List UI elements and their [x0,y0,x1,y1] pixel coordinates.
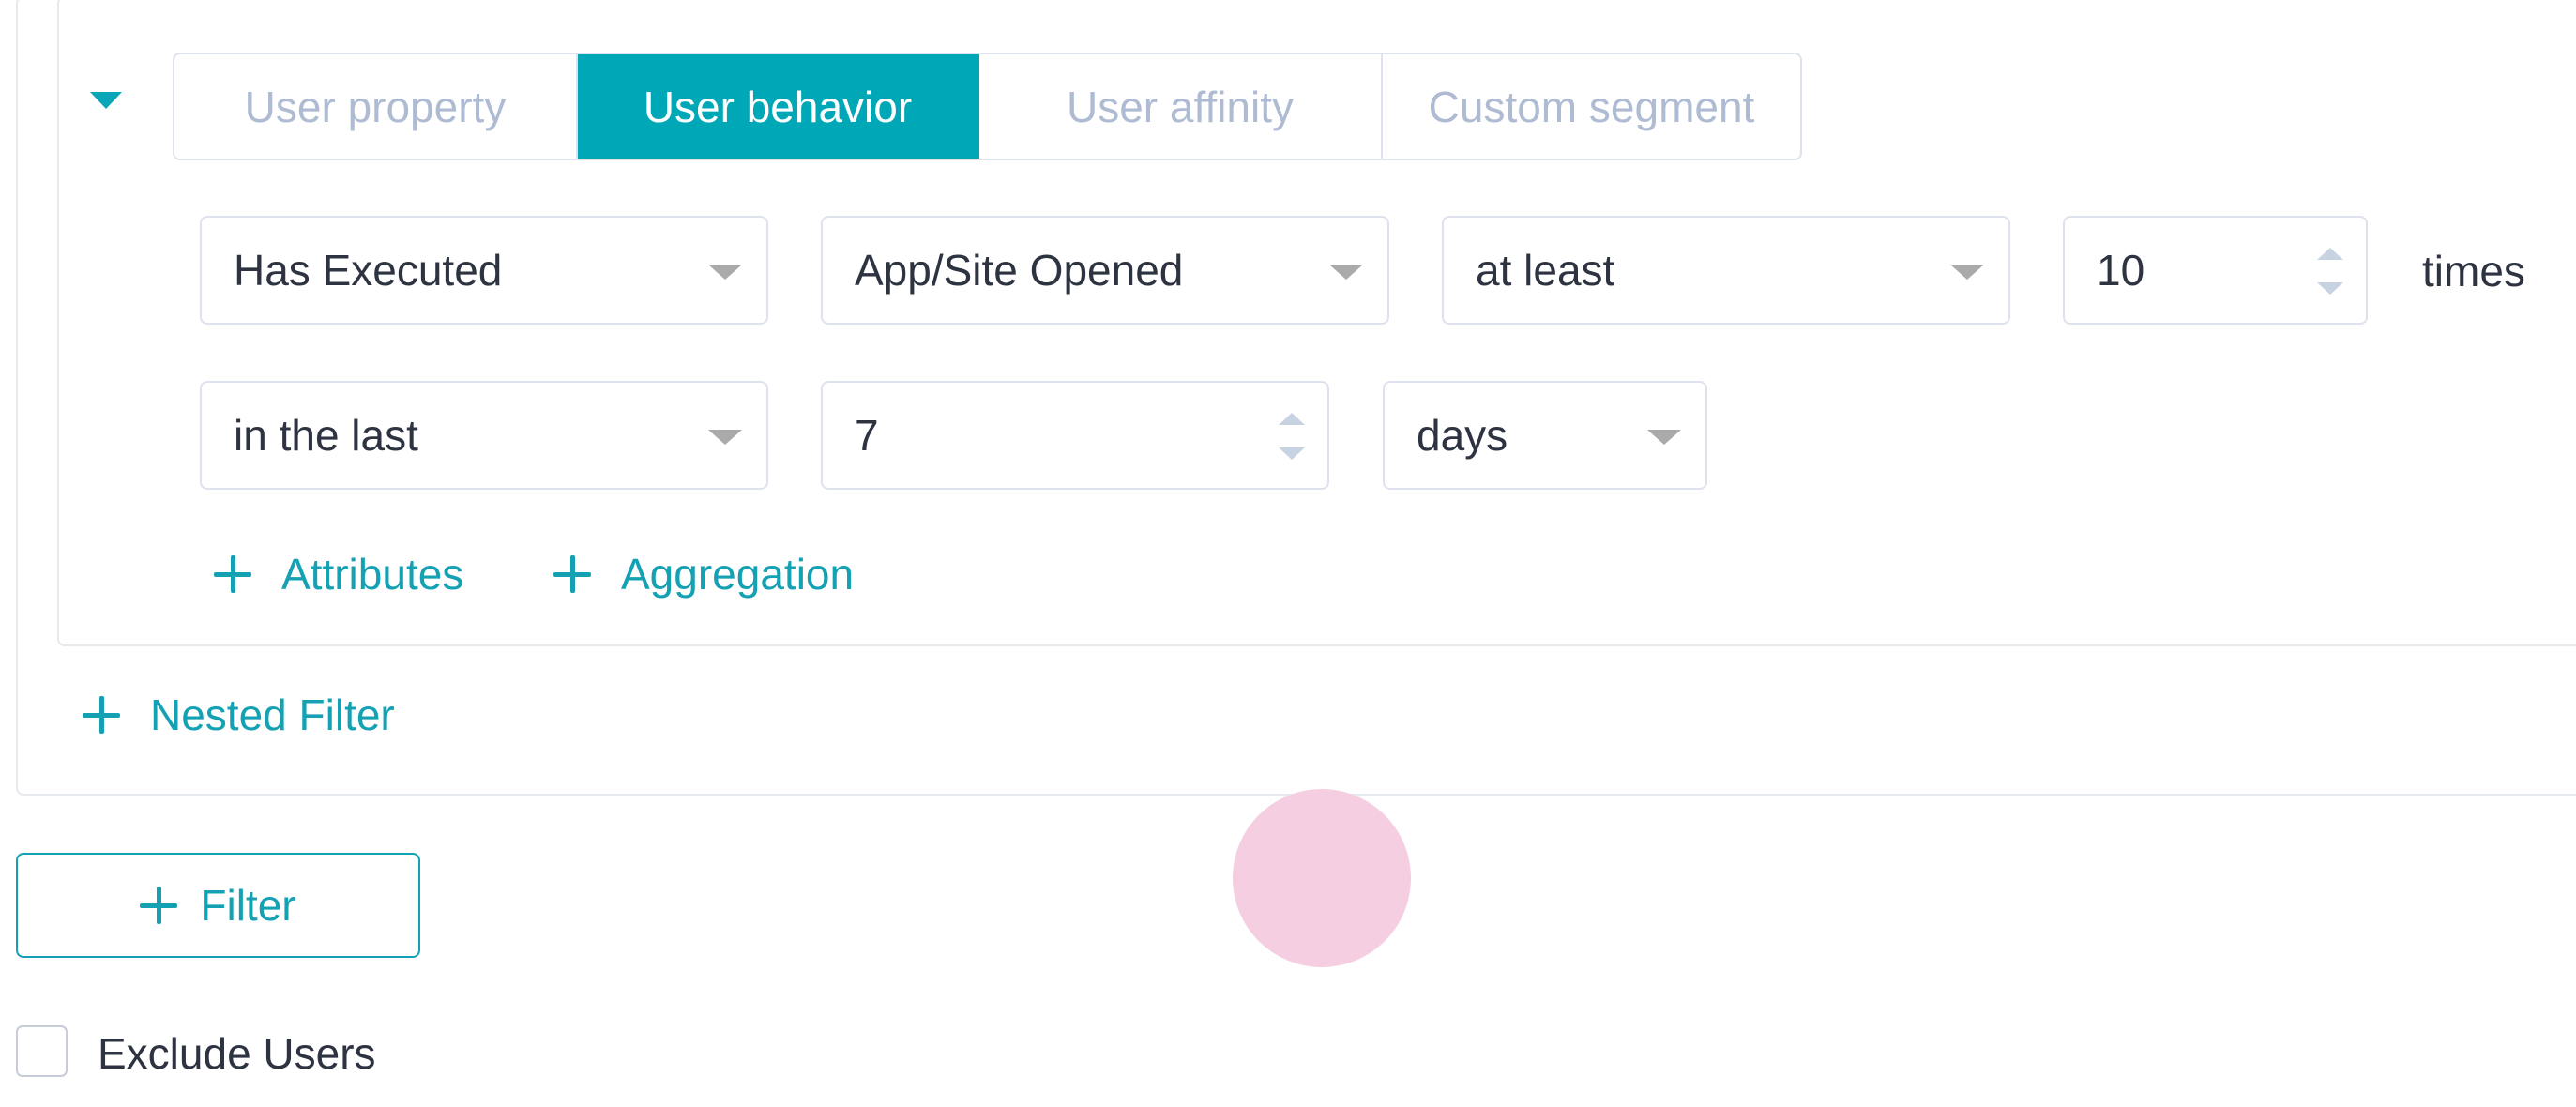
stepper-arrows-icon[interactable] [2317,242,2345,300]
chevron-down-icon [708,265,742,280]
action-select[interactable]: Has Executed [200,216,768,325]
time-value-input[interactable]: 7 [821,381,1329,490]
event-select[interactable]: App/Site Opened [821,216,1389,325]
event-select-value: App/Site Opened [855,246,1184,295]
filter-type-tabs: User property User behavior User affinit… [173,53,1802,160]
stepper-arrows-icon[interactable] [1279,407,1307,465]
add-filter-label: Filter [200,881,296,930]
time-value-value: 7 [855,411,879,460]
action-select-value: Has Executed [234,246,503,295]
exclude-users-checkbox[interactable] [16,1025,68,1077]
add-nested-filter-label: Nested Filter [150,690,395,739]
plus-icon [83,696,120,734]
add-aggregation-link[interactable]: Aggregation [553,549,854,599]
count-number-input[interactable]: 10 [2063,216,2368,325]
add-aggregation-label: Aggregation [621,550,855,599]
collapse-caret-icon[interactable] [90,92,122,109]
add-attributes-label: Attributes [281,550,464,599]
chevron-down-icon [708,430,742,445]
count-unit-label: times [2422,247,2525,296]
click-indicator [1233,789,1411,967]
add-filter-button[interactable]: Filter [16,853,420,958]
tab-user-behavior[interactable]: User behavior [578,54,979,159]
tab-custom-segment[interactable]: Custom segment [1383,54,1800,159]
tab-user-property[interactable]: User property [174,54,578,159]
time-scope-select-value: in the last [234,411,418,460]
plus-icon [214,555,251,593]
time-unit-select[interactable]: days [1383,381,1707,490]
chevron-down-icon [1647,430,1681,445]
time-scope-select[interactable]: in the last [200,381,768,490]
add-attributes-link[interactable]: Attributes [214,549,463,599]
comparison-select[interactable]: at least [1442,216,2010,325]
chevron-down-icon [1329,265,1363,280]
chevron-down-icon [1950,265,1984,280]
comparison-select-value: at least [1476,246,1615,295]
count-number-value: 10 [2097,246,2145,295]
tab-user-affinity[interactable]: User affinity [979,54,1383,159]
add-nested-filter-link[interactable]: Nested Filter [83,690,395,740]
exclude-users-label: Exclude Users [98,1029,376,1078]
plus-icon [553,555,591,593]
time-unit-select-value: days [1417,411,1508,460]
plus-icon [140,887,178,924]
